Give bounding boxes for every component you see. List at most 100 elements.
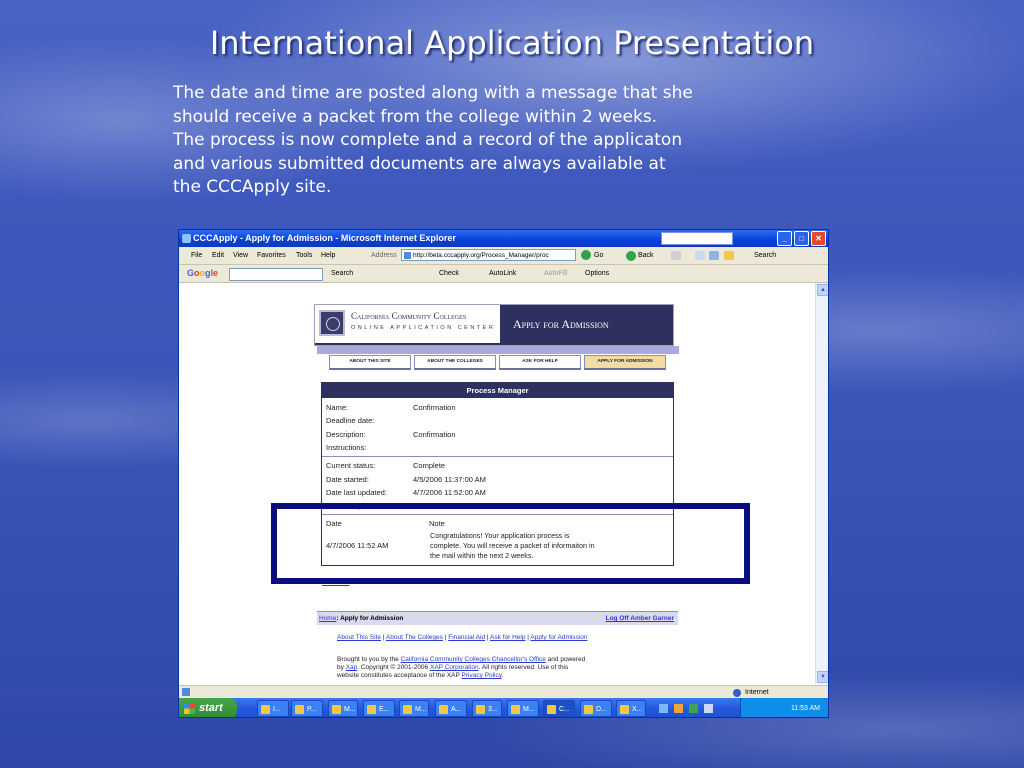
clock[interactable]: 11:53 AM <box>791 705 820 712</box>
taskbar-button[interactable]: I... <box>257 700 289 717</box>
menu-edit[interactable]: Edit <box>212 247 224 264</box>
nav-about-colleges[interactable]: ABOUT THE COLLEGES <box>414 355 496 370</box>
taskbar-button[interactable]: 3... <box>472 700 502 717</box>
taskbar-button[interactable]: M... <box>507 700 539 717</box>
system-tray: 11:53 AM <box>740 698 828 717</box>
pm-name-row: Name: Confirmation <box>326 403 456 412</box>
taskbar-button[interactable]: X... <box>616 700 646 717</box>
banner-org-name: California Community Colleges <box>351 311 467 321</box>
footer-link-apply[interactable]: Apply for Admission <box>530 634 587 641</box>
pm-value: Confirmation <box>413 403 456 412</box>
menu-tools[interactable]: Tools <box>296 247 312 264</box>
menu-favorites[interactable]: Favorites <box>257 247 286 264</box>
scroll-up-icon[interactable]: ▲ <box>817 284 828 296</box>
banner-apply-title: Apply for Admission <box>513 317 609 331</box>
privacy-policy-link[interactable]: Privacy Policy <box>462 672 502 679</box>
stop-icon[interactable] <box>695 251 705 260</box>
pm-value: 4/5/2006 11:37:00 AM <box>413 475 486 484</box>
home-icon[interactable] <box>724 251 734 260</box>
nav-ask-help[interactable]: ASK FOR HELP <box>499 355 581 370</box>
nav-apply[interactable]: APPLY FOR ADMISSION <box>584 355 666 370</box>
ie-icon <box>182 234 191 243</box>
window-titlebar[interactable]: CCCApply - Apply for Admission - Microso… <box>179 230 828 247</box>
chancellor-office-link[interactable]: California Community Colleges Chancellor… <box>401 656 546 663</box>
menu-help[interactable]: Help <box>321 247 335 264</box>
pm-label: Name: <box>326 403 349 412</box>
menu-file[interactable]: File <box>191 247 202 264</box>
page-content: California Community Colleges ONLINE APP… <box>179 283 817 684</box>
google-toolbar: Google Search Check AutoLink AutoFill Op… <box>179 265 828 283</box>
credits-text: . All rights reserved. Use of this <box>478 664 569 672</box>
taskbar-button[interactable]: D... <box>580 700 612 717</box>
vertical-scrollbar[interactable]: ▲ ▼ <box>815 283 828 684</box>
maximize-button[interactable]: □ <box>794 231 809 246</box>
taskbar-button[interactable]: P... <box>291 700 323 717</box>
titlebar-search-box[interactable] <box>661 232 733 245</box>
footer-credits: Brought to you by the California Communi… <box>337 656 585 681</box>
footer-link-financial-aid[interactable]: Financial Aid <box>448 634 485 641</box>
refresh-icon[interactable] <box>709 251 719 260</box>
footer-links: About This Site | About The Colleges | F… <box>337 634 588 641</box>
site-nav: ABOUT THIS SITE ABOUT THE COLLEGES ASK F… <box>329 355 666 370</box>
logoff-link[interactable]: Log Off Amber Garner <box>606 612 674 625</box>
quicklaunch-icon[interactable] <box>674 704 683 713</box>
google-autofill-button[interactable]: AutoFill <box>544 265 567 282</box>
taskbar-button[interactable]: A... <box>435 700 467 717</box>
status-bar: Internet <box>179 685 828 699</box>
taskbar: start I... P... M... E... M... A... 3...… <box>179 698 828 717</box>
quicklaunch-icon[interactable] <box>689 704 698 713</box>
footer-breadcrumb: Home: Apply for Admission <box>319 612 403 625</box>
credits-text: by <box>337 664 346 672</box>
pm-label: Deadline date: <box>326 416 375 425</box>
xap-link[interactable]: Xap <box>346 664 358 671</box>
minimize-button[interactable]: _ <box>777 231 792 246</box>
cccapply-banner: California Community Colleges ONLINE APP… <box>314 304 674 346</box>
nav-about-site[interactable]: ABOUT THIS SITE <box>329 355 411 370</box>
banner-center-name: ONLINE APPLICATION CENTER <box>351 325 496 331</box>
google-search-button[interactable]: Search <box>331 265 353 282</box>
forward-icon[interactable] <box>671 251 681 260</box>
footer-home-link[interactable]: Home <box>319 615 336 622</box>
taskbar-button[interactable]: M... <box>399 700 429 717</box>
footer-link-ask-help[interactable]: Ask for Help <box>490 634 525 641</box>
pm-divider <box>322 456 673 457</box>
xap-corporation-link[interactable]: XAP Corporation <box>430 664 479 671</box>
pm-value: Complete <box>413 461 446 470</box>
slide-body-line: The process is now complete and a record… <box>173 130 683 150</box>
ccc-seal-icon <box>319 310 345 336</box>
credits-line: website constitutes acceptance of the XA… <box>337 672 585 680</box>
close-button[interactable]: ✕ <box>811 231 826 246</box>
pm-updated-row: Date last updated: 4/7/2006 11:52:00 AM <box>326 488 486 497</box>
address-label: Address <box>371 252 397 259</box>
address-bar[interactable]: http://beta.cccapply.org/Process_Manager… <box>401 249 576 261</box>
pm-instructions-row: Instructions: <box>326 443 413 452</box>
google-search-input[interactable] <box>229 268 323 281</box>
start-button[interactable]: start <box>179 698 237 717</box>
credits-text: website constitutes acceptance of the XA… <box>337 672 462 680</box>
taskbar-button[interactable]: M... <box>328 700 358 717</box>
quicklaunch-icon[interactable] <box>704 704 713 713</box>
taskbar-button[interactable]: E... <box>363 700 395 717</box>
quicklaunch-icon[interactable] <box>659 704 668 713</box>
google-autolink-button[interactable]: AutoLink <box>489 265 516 282</box>
menu-toolbar: File Edit View Favorites Tools Help Addr… <box>179 247 828 265</box>
search-button[interactable]: Search <box>742 247 776 264</box>
footer-link-about-colleges[interactable]: About The Colleges <box>386 634 443 641</box>
banner-divider <box>317 346 679 354</box>
menu-view[interactable]: View <box>233 247 248 264</box>
google-check-button[interactable]: Check <box>439 265 459 282</box>
pm-label: Instructions: <box>326 443 367 452</box>
process-manager-heading: Process Manager <box>322 383 673 398</box>
banner-logo-area: California Community Colleges ONLINE APP… <box>315 305 500 343</box>
back-button[interactable]: Back <box>626 247 654 264</box>
taskbar-button-active[interactable]: C... <box>543 700 575 717</box>
pm-description-row: Description: Confirmation <box>326 430 456 439</box>
pm-label: Date last updated: <box>326 488 387 497</box>
google-logo[interactable]: Google <box>187 265 218 282</box>
pm-status-row: Current status: Complete <box>326 461 445 470</box>
go-button[interactable]: Go <box>581 249 603 262</box>
scroll-down-icon[interactable]: ▼ <box>817 671 828 683</box>
footer-link-about-site[interactable]: About This Site <box>337 634 381 641</box>
google-options-button[interactable]: Options <box>585 265 609 282</box>
credits-line: by Xap. Copyright © 2001-2006 XAP Corpor… <box>337 664 585 672</box>
